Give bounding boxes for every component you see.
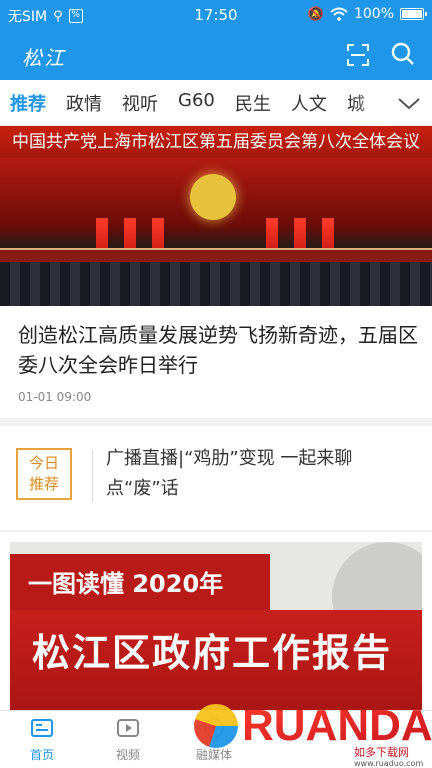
tabs-more-button[interactable]: [396, 92, 422, 114]
nav-home-label: 首页: [29, 748, 54, 762]
tab-g60[interactable]: G60: [178, 90, 215, 116]
nav-video[interactable]: 视频: [98, 717, 158, 763]
feature-line1: 一图读懂 2020年: [28, 570, 224, 598]
badge-line1: 今日: [28, 454, 59, 472]
audience: [0, 262, 432, 306]
watermark-logo: RUANDAO 如多下载网 www.ruaduo.com: [242, 701, 432, 768]
scan-icon[interactable]: [346, 43, 370, 67]
article-card[interactable]: 创造松江高质量发展逆势飞扬新奇迹，五届区委八次全会昨日举行 01-01 09:0…: [0, 306, 432, 418]
category-tabs: 推荐 政情 视听 G60 民生 人文 城: [0, 80, 432, 126]
hero-banner-text: 中国共产党上海市松江区第五届委员会第八次全体会议: [0, 126, 432, 158]
today-recommend-badge: 今日 推荐: [16, 448, 72, 500]
feature-line2: 松江区政府工作报告: [32, 631, 393, 675]
feature-image: 一图读懂 2020年 松江区政府工作报告: [10, 542, 422, 710]
chevron-down-icon: [398, 98, 420, 110]
watermark: RUANDAO 如多下载网 www.ruaduo.com: [236, 690, 432, 768]
tab-livelihood[interactable]: 民生: [235, 90, 271, 116]
tab-culture[interactable]: 人文: [291, 90, 327, 116]
nav-video-label: 视频: [115, 748, 140, 762]
battery-icon: [400, 8, 427, 20]
nav-home[interactable]: 首页: [12, 717, 72, 763]
video-icon: [117, 719, 139, 737]
search-icon[interactable]: [390, 41, 416, 67]
battery-percent: 100%: [353, 6, 394, 22]
badge-line2: 推荐: [28, 475, 59, 493]
status-bar: 无SIM ⚲ % 17:50 🔕 100%: [0, 0, 432, 30]
tab-politics[interactable]: 政情: [66, 90, 102, 116]
feature-banner[interactable]: 一图读懂 2020年 松江区政府工作报告: [0, 532, 432, 710]
article-title[interactable]: 创造松江高质量发展逆势飞扬新奇迹，五届区委八次全会昨日举行: [18, 320, 418, 380]
watermark-url: www.ruaduo.com: [354, 759, 423, 768]
watermark-swirl-icon: [194, 704, 238, 748]
stage-table: [0, 248, 432, 262]
tab-video[interactable]: 视听: [122, 90, 158, 116]
wifi-icon: [330, 7, 348, 21]
tabs-fade: [352, 80, 392, 126]
watermark-brand: RUANDAO: [242, 701, 432, 750]
nav-media-label: 融媒体: [195, 748, 232, 762]
hero-image[interactable]: 中国共产党上海市松江区第五届委员会第八次全体会议: [0, 126, 432, 306]
app-header: 松江: [0, 30, 432, 80]
party-emblem-icon: [190, 174, 236, 220]
app-logo: 松江: [22, 46, 66, 70]
watermark-sub: 如多下载网: [354, 745, 409, 759]
divider: [92, 450, 93, 502]
recommend-text[interactable]: 广播直播|“鸡肋”变现 一起来聊点“废”话: [106, 444, 406, 504]
today-recommend-card[interactable]: 今日 推荐 广播直播|“鸡肋”变现 一起来聊点“废”话: [0, 426, 432, 530]
tab-recommend[interactable]: 推荐: [10, 90, 46, 116]
mute-icon: 🔕: [307, 6, 324, 22]
home-icon: [31, 719, 53, 737]
article-time: 01-01 09:00: [18, 390, 92, 404]
